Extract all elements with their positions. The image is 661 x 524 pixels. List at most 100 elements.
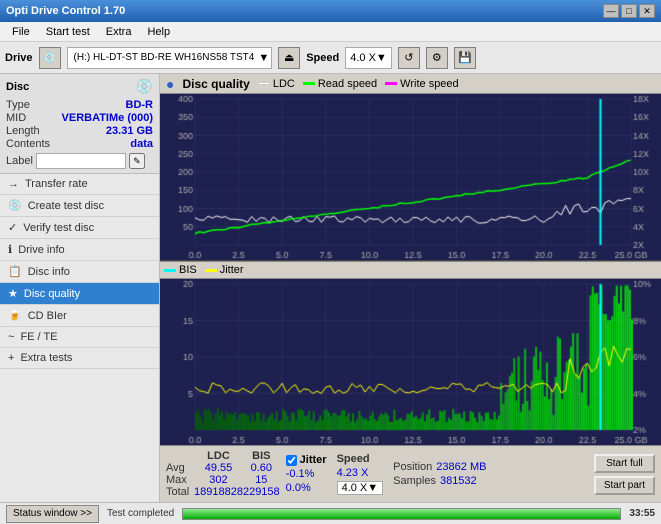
start-part-button[interactable]: Start part [594,476,655,495]
titlebar: Opti Drive Control 1.70 — □ ✕ [0,0,661,22]
nav-label-disc-info: Disc info [28,266,70,278]
window-controls: — □ ✕ [603,4,655,18]
nav-icon-disc-quality: ★ [8,287,18,300]
settings-button[interactable]: ⚙ [426,47,448,69]
drive-label: Drive [5,52,33,64]
close-button[interactable]: ✕ [639,4,655,18]
nav-label-create-test-disc: Create test disc [28,200,104,212]
jitter-section: Jitter -0.1% 0.0% [286,454,327,494]
samples-label: Samples [393,475,436,487]
drive-icon-button[interactable]: 💿 [39,47,61,69]
disc-panel: Disc 💿 Type BD-R MID VERBATIMe (000) Len… [0,74,159,174]
speed-selector[interactable]: 4.0 X ▼ [345,47,392,69]
nav-item-create-test-disc[interactable]: 💿Create test disc [0,195,159,217]
disc-contents-label: Contents [6,138,50,150]
col-ldc-header: LDC [194,450,243,462]
avg-ldc: 49.55 [194,462,243,474]
nav-icon-disc-info: 📋 [8,265,22,278]
jitter-header: Jitter [300,454,327,466]
nav-item-cd-bier[interactable]: 🍺 CD BIer [0,305,159,327]
toolbar: Drive 💿 (H:) HL-DT-ST BD-RE WH16NS58 TST… [0,42,661,74]
nav-item-transfer-rate[interactable]: → Transfer rate [0,174,159,195]
app-title: Opti Drive Control 1.70 [6,5,125,17]
start-full-button[interactable]: Start full [594,454,655,473]
nav-item-extra-tests[interactable]: + Extra tests [0,348,159,369]
chart-header: ● Disc quality LDC Read speed Write spee… [160,74,661,94]
disc-contents-value: data [130,138,153,150]
menu-file[interactable]: File [4,25,38,39]
drive-dropdown-arrow[interactable]: ▼ [258,52,269,64]
disc-label-edit-button[interactable]: ✎ [129,153,145,169]
disc-label-label: Label [6,155,33,167]
max-jitter: 0.0% [286,482,327,494]
progress-bar-fill [183,509,620,519]
charts-wrapper: BIS Jitter [160,94,661,445]
nav-item-drive-info[interactable]: ℹ Drive info [0,239,159,261]
samples-row: Samples 381532 [393,475,486,487]
legend-write-speed-label: Write speed [400,78,459,90]
speed-label: Speed [306,52,339,64]
nav-item-fe-te[interactable]: ~FE / TE [0,327,159,348]
nav-label-extra-tests: Extra tests [20,352,72,364]
chart-legend: LDC Read speed Write speed [258,78,459,90]
action-buttons: Start full Start part [594,454,655,495]
maximize-button[interactable]: □ [621,4,637,18]
disc-length-value: 23.31 GB [106,125,153,137]
speed-section: Speed 4.23 X 4.0 X ▼ [337,453,384,495]
legend-read-speed-label: Read speed [318,78,377,90]
stats-panel: LDC BIS Avg 49.55 0.60 Max 302 15 [160,445,661,502]
drive-selector[interactable]: (H:) HL-DT-ST BD-RE WH16NS58 TST4 ▼ [67,47,273,69]
samples-value: 381532 [440,475,477,487]
nav-item-verify-test-disc[interactable]: ✓Verify test disc [0,217,159,239]
nav-item-disc-quality[interactable]: ★Disc quality [0,283,159,305]
disc-type-value: BD-R [126,99,154,111]
disc-mid-value: VERBATIMe (000) [62,112,153,124]
total-ldc: 18918828 [194,486,243,498]
status-window-button[interactable]: Status window >> [6,505,99,523]
menu-extra[interactable]: Extra [98,25,140,39]
jitter-checkbox-row: Jitter [286,454,327,466]
avg-speed: 4.23 X [337,467,384,479]
avg-bis: 0.60 [243,462,280,474]
nav-item-disc-info[interactable]: 📋 Disc info [0,261,159,283]
chart-top [160,94,661,261]
eject-button[interactable]: ⏏ [278,47,300,69]
position-label: Position [393,461,432,473]
legend-jitter: Jitter [205,264,244,276]
disc-type-label: Type [6,99,30,111]
nav-label-drive-info: Drive info [18,244,64,256]
jitter-checkbox[interactable] [286,455,297,466]
legend-read-speed: Read speed [303,78,377,90]
disc-label-input[interactable] [36,153,126,169]
legend-ldc: LDC [258,78,295,90]
total-label: Total [166,486,194,498]
stats-table: LDC BIS Avg 49.55 0.60 Max 302 15 [166,450,280,498]
nav-icon-fe-te: ~ [8,331,14,343]
jitter-color-dot [205,269,217,272]
speed-selector-stats[interactable]: 4.0 X ▼ [337,481,384,495]
write-speed-color-dot [385,82,397,85]
status-text: Test completed [107,508,174,519]
legend-jitter-label: Jitter [220,264,244,276]
nav-icon-cd-bier: 🍺 [8,309,22,322]
speed-dropdown-arrow[interactable]: ▼ [376,52,387,64]
position-section: Position 23862 MB Samples 381532 [393,461,486,487]
nav-icon-extra-tests: + [8,352,14,364]
menu-help[interactable]: Help [139,25,178,39]
nav-icon-drive-info: ℹ [8,243,12,256]
refresh-button[interactable]: ↺ [398,47,420,69]
chart-bottom [160,279,661,445]
nav-label-cd-bier: CD BIer [28,310,67,322]
progress-bar [182,508,621,520]
chart-bottom-legend: BIS Jitter [160,261,661,279]
position-value: 23862 MB [436,461,486,473]
nav-icon-transfer-rate: → [8,178,19,190]
save-button[interactable]: 💾 [454,47,476,69]
chart-title: Disc quality [182,77,249,91]
nav-label-verify-test-disc: Verify test disc [23,222,94,234]
menu-start-test[interactable]: Start test [38,25,98,39]
sidebar-spacer [0,369,159,502]
minimize-button[interactable]: — [603,4,619,18]
read-speed-color-dot [303,82,315,85]
nav-label-transfer-rate: Transfer rate [25,178,88,190]
